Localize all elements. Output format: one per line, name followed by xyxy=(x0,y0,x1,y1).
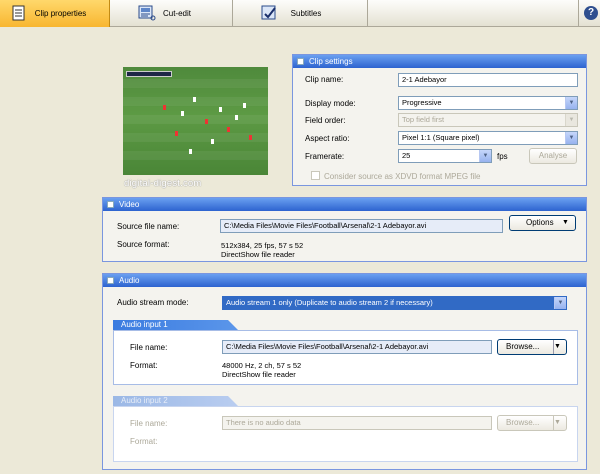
format-label: Format: xyxy=(130,361,158,370)
tab-cut-edit[interactable]: Cut-edit xyxy=(110,0,233,27)
chevron-down-icon[interactable]: ▼ xyxy=(554,297,566,309)
audio-panel: Audio Audio stream mode: Audio stream 1 … xyxy=(102,273,587,470)
xdvd-label: Consider source as XDVD format MPEG file xyxy=(324,172,481,181)
file-name-label: File name: xyxy=(130,343,168,352)
audio-input-2-box: File name: There is no audio data Browse… xyxy=(113,406,578,462)
toolbar-spacer xyxy=(368,0,579,27)
field-order-value: Top field first xyxy=(402,115,445,124)
source-file-label: Source file name: xyxy=(117,222,180,231)
clip-name-label: Clip name: xyxy=(305,75,344,84)
audio-input-2-header: Audio input 2 xyxy=(113,396,238,406)
browse-button[interactable]: Browse... ▼ xyxy=(497,415,567,431)
source-format-line1: 512x384, 25 fps, 57 s 52 xyxy=(221,241,304,250)
tab-label: Subtitles xyxy=(290,9,322,18)
panel-title: Video xyxy=(119,200,140,209)
panel-header: Clip settings xyxy=(293,55,586,68)
format-line1: 48000 Hz, 2 ch, 57 s 52 xyxy=(222,361,302,370)
tab-clip-properties[interactable]: Clip properties xyxy=(0,0,110,27)
analyse-button[interactable]: Analyse xyxy=(529,148,577,164)
tab-label: Cut-edit xyxy=(162,9,191,18)
framerate-select[interactable]: 25 ▼ xyxy=(398,149,492,163)
panel-title: Audio xyxy=(119,276,140,285)
source-format-label: Source format: xyxy=(117,240,170,249)
framerate-value: 25 xyxy=(402,151,411,160)
chevron-down-icon[interactable]: ▼ xyxy=(479,150,491,162)
chevron-down-icon[interactable]: ▼ xyxy=(553,340,566,354)
audio-input-1-header: Audio input 1 xyxy=(113,320,238,330)
format-label: Format: xyxy=(130,437,158,446)
tab-label: Clip properties xyxy=(34,9,87,18)
collapse-icon[interactable] xyxy=(297,58,304,65)
format-line2: DirectShow file reader xyxy=(222,370,296,379)
audio-stream-mode-select[interactable]: Audio stream 1 only (Duplicate to audio … xyxy=(222,296,567,310)
browse-label: Browse... xyxy=(506,418,540,427)
collapse-icon[interactable] xyxy=(107,201,114,208)
framerate-label: Framerate: xyxy=(305,152,345,161)
audio-stream-mode-label: Audio stream mode: xyxy=(117,298,189,307)
watermark-text: digital-digest.com xyxy=(124,178,202,189)
panel-header: Video xyxy=(103,198,586,211)
clip-name-input[interactable]: 2-1 Adebayor xyxy=(398,73,578,87)
chevron-down-icon[interactable]: ▼ xyxy=(553,416,566,430)
fps-label: fps xyxy=(497,152,508,161)
audio-file-input[interactable]: There is no audio data xyxy=(222,416,492,430)
source-file-input[interactable]: C:\Media Files\Movie Files\Football\Arse… xyxy=(220,219,503,233)
options-label: Options xyxy=(526,218,554,227)
score-overlay xyxy=(126,71,172,77)
options-button[interactable]: Options ▼ xyxy=(509,215,576,231)
audio-input-1-box: File name: C:\Media Files\Movie Files\Fo… xyxy=(113,330,578,385)
aspect-ratio-label: Aspect ratio: xyxy=(305,134,350,143)
video-preview xyxy=(123,67,268,175)
browse-label: Browse... xyxy=(506,342,540,351)
browse-button[interactable]: Browse... ▼ xyxy=(497,339,567,355)
clip-settings-panel: Clip settings Clip name: 2-1 Adebayor Di… xyxy=(292,54,587,186)
chevron-down-icon[interactable]: ▼ xyxy=(565,114,577,126)
tab-subtitles[interactable]: Subtitles xyxy=(233,0,368,27)
chevron-down-icon[interactable]: ▼ xyxy=(565,132,577,144)
source-format-line2: DirectShow file reader xyxy=(221,250,295,259)
audio-file-input[interactable]: C:\Media Files\Movie Files\Football\Arse… xyxy=(222,340,492,354)
audio-stream-mode-value: Audio stream 1 only (Duplicate to audio … xyxy=(226,298,433,307)
panel-title: Clip settings xyxy=(309,57,353,66)
chevron-down-icon[interactable]: ▼ xyxy=(565,97,577,109)
video-panel: Video Source file name: C:\Media Files\M… xyxy=(102,197,587,262)
file-name-label: File name: xyxy=(130,419,168,428)
display-mode-select[interactable]: Progressive ▼ xyxy=(398,96,578,110)
collapse-icon[interactable] xyxy=(107,277,114,284)
display-mode-label: Display mode: xyxy=(305,99,356,108)
aspect-ratio-select[interactable]: Pixel 1:1 (Square pixel) ▼ xyxy=(398,131,578,145)
field-order-select[interactable]: Top field first ▼ xyxy=(398,113,578,127)
help-icon[interactable]: ? xyxy=(584,6,598,20)
toolbar: Clip properties Cut-edit Subtitles ? xyxy=(0,0,600,27)
field-order-label: Field order: xyxy=(305,116,346,125)
aspect-ratio-value: Pixel 1:1 (Square pixel) xyxy=(402,133,480,142)
xdvd-checkbox[interactable] xyxy=(311,171,320,180)
chevron-down-icon: ▼ xyxy=(562,219,569,226)
panel-header: Audio xyxy=(103,274,586,287)
display-mode-value: Progressive xyxy=(402,98,442,107)
